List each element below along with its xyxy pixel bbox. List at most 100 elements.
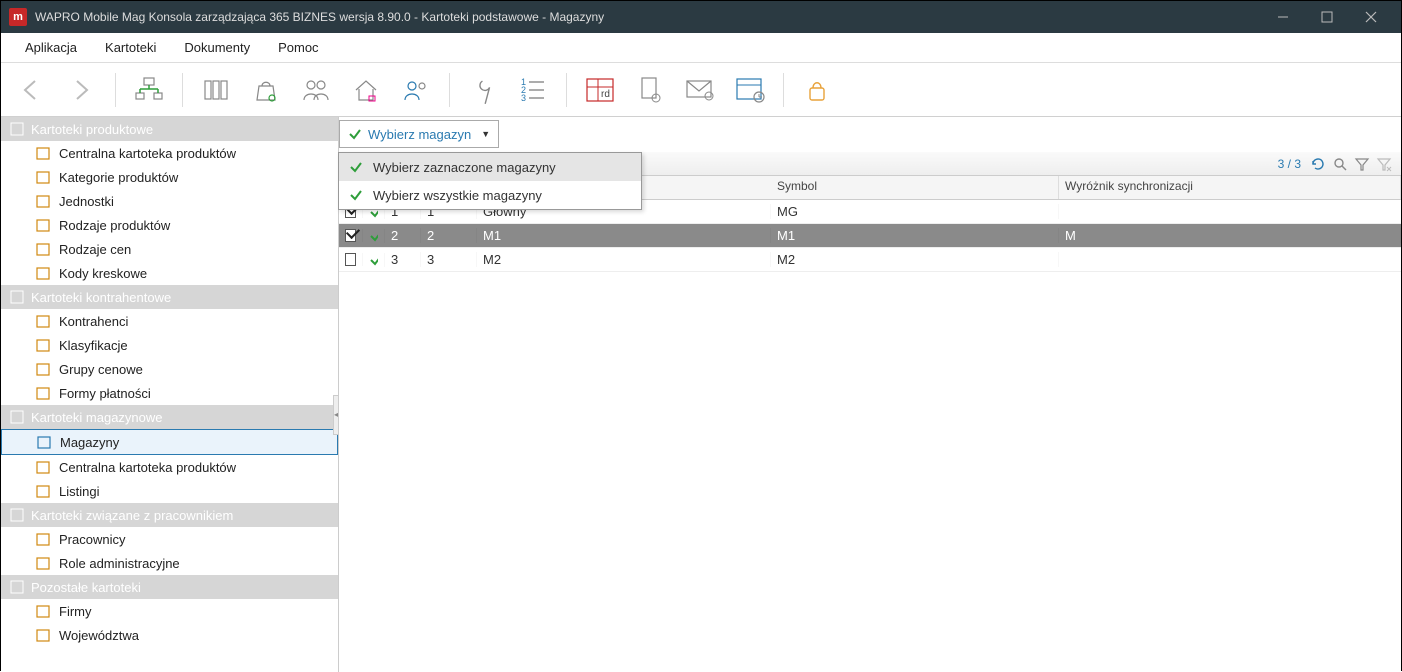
sidebar-item[interactable]: Magazyny	[1, 429, 338, 455]
status-ok-icon	[363, 253, 385, 267]
sidebar-item[interactable]: Kody kreskowe	[1, 261, 338, 285]
group-icon	[9, 409, 25, 425]
menu-pomoc[interactable]: Pomoc	[264, 36, 332, 59]
sidebar-item-label: Formy płatności	[59, 386, 151, 401]
group-label: Kartoteki kontrahentowe	[31, 290, 171, 305]
weight-icon	[35, 193, 51, 209]
doc-icon	[35, 385, 51, 401]
filter-clear-icon[interactable]	[1375, 155, 1393, 173]
calendar-rd-icon[interactable]: rd	[577, 70, 623, 110]
sidebar-item-label: Centralna kartoteka produktów	[59, 146, 236, 161]
person-icon	[35, 531, 51, 547]
cell-symbol: M1	[771, 228, 1059, 243]
sidebar-group[interactable]: Kartoteki magazynowe	[1, 405, 338, 429]
wrench-icon[interactable]	[460, 70, 506, 110]
dropdown-item-label: Wybierz zaznaczone magazyny	[373, 160, 556, 175]
sidebar-group[interactable]: Kartoteki związane z pracownikiem	[1, 503, 338, 527]
sidebar-group[interactable]: Kartoteki produktowe	[1, 117, 338, 141]
nav-forward-icon[interactable]	[59, 70, 105, 110]
sidebar-item[interactable]: Role administracyjne	[1, 551, 338, 575]
menu-dokumenty[interactable]: Dokumenty	[170, 36, 264, 59]
group-icon	[9, 507, 25, 523]
sidebar-group[interactable]: Kartoteki kontrahentowe	[1, 285, 338, 309]
group-icon	[9, 579, 25, 595]
row-checkbox[interactable]	[345, 229, 356, 242]
bag-icon[interactable]	[243, 70, 289, 110]
mail-check-icon[interactable]	[677, 70, 723, 110]
sidebar-item[interactable]: Firmy	[1, 599, 338, 623]
sidebar-item[interactable]: Pracownicy	[1, 527, 338, 551]
minimize-button[interactable]	[1261, 1, 1305, 33]
cell-symbol: MG	[771, 204, 1059, 219]
main-panel: ◂ Wybierz magazyn ▼ Wybierz zaznaczone m…	[339, 117, 1401, 672]
chevron-down-icon: ▼	[481, 129, 490, 139]
sidebar-item[interactable]: Listingi	[1, 479, 338, 503]
building-icon	[35, 603, 51, 619]
sidebar-item[interactable]: Kategorie produktów	[1, 165, 338, 189]
table-row[interactable]: 22M1M1M	[339, 224, 1401, 248]
nav-back-icon[interactable]	[9, 70, 55, 110]
sidebar-item-label: Kody kreskowe	[59, 266, 147, 281]
dropdown-item-all[interactable]: Wybierz wszystkie magazyny	[339, 181, 641, 209]
refresh-icon[interactable]	[1309, 155, 1327, 173]
sidebar-item-label: Kontrahenci	[59, 314, 128, 329]
menu-kartoteki[interactable]: Kartoteki	[91, 36, 170, 59]
cell-lp: 3	[385, 252, 421, 267]
svg-text:rd: rd	[601, 89, 610, 100]
person-icon	[35, 313, 51, 329]
home-icon	[36, 434, 52, 450]
people-icon[interactable]	[293, 70, 339, 110]
sidebar-item[interactable]: Województwa	[1, 623, 338, 647]
people-icon	[35, 337, 51, 353]
sidebar-item[interactable]: Centralna kartoteka produktów	[1, 141, 338, 165]
home-icon[interactable]	[343, 70, 389, 110]
doc-plus-icon[interactable]	[627, 70, 673, 110]
sidebar-item[interactable]: Formy płatności	[1, 381, 338, 405]
box-icon	[35, 217, 51, 233]
col-symbol[interactable]: Symbol	[771, 176, 1059, 199]
sidebar-item-label: Rodzaje produktów	[59, 218, 170, 233]
search-icon[interactable]	[1331, 155, 1349, 173]
maximize-button[interactable]	[1305, 1, 1349, 33]
select-warehouse-dropdown[interactable]: Wybierz magazyn ▼	[339, 120, 499, 148]
dropdown-item-selected[interactable]: Wybierz zaznaczone magazyny	[339, 153, 641, 181]
sidebar-item[interactable]: Rodzaje cen	[1, 237, 338, 261]
app-icon: m	[9, 8, 27, 26]
sidebar-item-label: Magazyny	[60, 435, 119, 450]
group-label: Kartoteki związane z pracownikiem	[31, 508, 233, 523]
row-counter: 3 / 3	[1278, 157, 1301, 171]
flag-icon	[35, 627, 51, 643]
weight-icon	[35, 265, 51, 281]
sidebar-item-label: Rodzaje cen	[59, 242, 131, 257]
sidebar-item-label: Jednostki	[59, 194, 114, 209]
sidebar-item-label: Grupy cenowe	[59, 362, 143, 377]
sidebar-item[interactable]: Kontrahenci	[1, 309, 338, 333]
users-alt-icon[interactable]	[393, 70, 439, 110]
files-icon[interactable]	[193, 70, 239, 110]
col-wyroznik[interactable]: Wyróżnik synchronizacji	[1059, 176, 1401, 199]
sidebar-item[interactable]: Centralna kartoteka produktów	[1, 455, 338, 479]
menu-bar: Aplikacja Kartoteki Dokumenty Pomoc	[1, 33, 1401, 63]
sidebar-group[interactable]: Pozostałe kartoteki	[1, 575, 338, 599]
toolbar: 123 rd	[1, 63, 1401, 117]
sidebar-item[interactable]: Grupy cenowe	[1, 357, 338, 381]
calendar-clock-icon[interactable]	[727, 70, 773, 110]
network-icon[interactable]	[126, 70, 172, 110]
lock-icon[interactable]	[794, 70, 840, 110]
menu-aplikacja[interactable]: Aplikacja	[11, 36, 91, 59]
euro-icon	[35, 241, 51, 257]
row-checkbox[interactable]	[345, 253, 356, 266]
sidebar-item[interactable]: Jednostki	[1, 189, 338, 213]
filter-icon[interactable]	[1353, 155, 1371, 173]
sidebar-item-label: Role administracyjne	[59, 556, 180, 571]
table-row[interactable]: 33M2M2	[339, 248, 1401, 272]
sidebar-item[interactable]: Rodzaje produktów	[1, 213, 338, 237]
cell-id: 3	[421, 252, 477, 267]
close-button[interactable]	[1349, 1, 1393, 33]
sidebar-item-label: Kategorie produktów	[59, 170, 178, 185]
sidebar-item[interactable]: Klasyfikacje	[1, 333, 338, 357]
list-numbered-icon[interactable]: 123	[510, 70, 556, 110]
cell-name: M2	[477, 252, 771, 267]
group-label: Pozostałe kartoteki	[31, 580, 141, 595]
cell-name: M1	[477, 228, 771, 243]
